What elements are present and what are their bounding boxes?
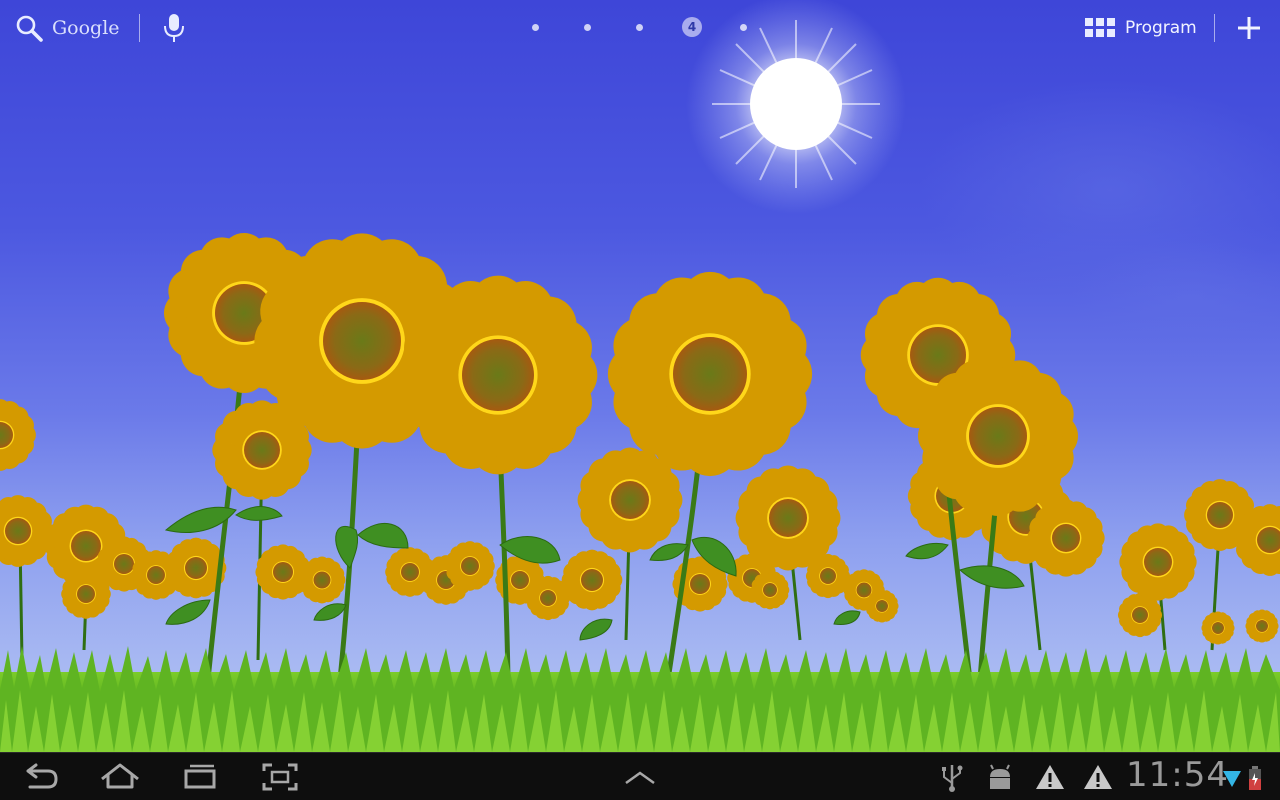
page-dot[interactable] [740, 24, 747, 31]
google-search-label: Google [52, 17, 120, 39]
search-icon [16, 15, 43, 42]
divider [1214, 14, 1215, 42]
apps-button-label: Program [1125, 18, 1197, 38]
warning-icon[interactable] [1076, 761, 1120, 793]
home-top-bar: Google 4 Program [0, 0, 1280, 56]
page-dot[interactable] [584, 24, 591, 31]
battery-icon[interactable] [1248, 765, 1262, 791]
live-wallpaper-sunflowers [0, 0, 1280, 752]
page-dot[interactable] [636, 24, 643, 31]
usb-icon[interactable] [930, 761, 974, 793]
screenshot-icon[interactable] [258, 761, 302, 793]
mic-icon[interactable] [160, 12, 188, 44]
back-icon[interactable] [18, 761, 62, 793]
apps-grid-icon [1085, 18, 1115, 37]
android-debug-icon[interactable] [978, 761, 1022, 793]
page-dot-current[interactable]: 4 [682, 17, 702, 37]
recent-apps-icon[interactable] [178, 761, 222, 793]
grass [0, 646, 1280, 752]
plus-icon[interactable] [1234, 13, 1264, 43]
page-dot[interactable] [532, 24, 539, 31]
chevron-up-icon[interactable] [618, 761, 662, 793]
google-search-button[interactable]: Google [14, 12, 120, 44]
clock[interactable]: 11:54 [1126, 755, 1229, 795]
apps-button[interactable]: Program [1084, 14, 1197, 42]
warning-icon[interactable] [1028, 761, 1072, 793]
wifi-icon[interactable] [1222, 767, 1242, 789]
home-icon[interactable] [98, 761, 142, 793]
system-bar: 11:54 [0, 752, 1280, 800]
divider [139, 14, 140, 42]
